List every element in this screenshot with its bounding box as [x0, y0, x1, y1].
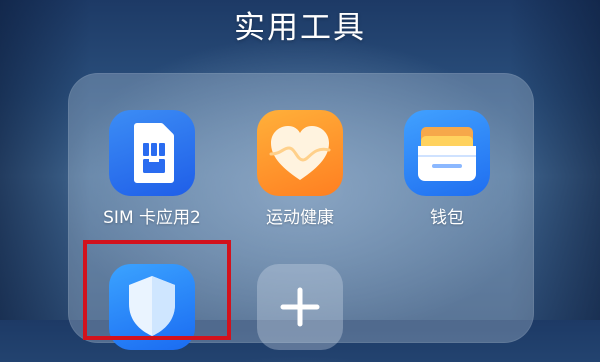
folder-title[interactable]: 实用工具: [0, 2, 600, 47]
app-label: 钱包: [430, 208, 464, 228]
app-wallet[interactable]: 钱包: [387, 110, 507, 228]
add-app-button[interactable]: [240, 264, 360, 362]
sim-card-icon: [109, 110, 195, 196]
app-sim-card[interactable]: SIM 卡应用2: [92, 110, 212, 228]
add-plus-icon: [257, 264, 343, 350]
highlight-box: [83, 240, 231, 340]
wallet-icon: [404, 110, 490, 196]
app-health[interactable]: 运动健康: [240, 110, 360, 228]
health-heart-icon: [257, 110, 343, 196]
app-label: 运动健康: [266, 208, 334, 228]
app-label: SIM 卡应用2: [103, 208, 201, 228]
